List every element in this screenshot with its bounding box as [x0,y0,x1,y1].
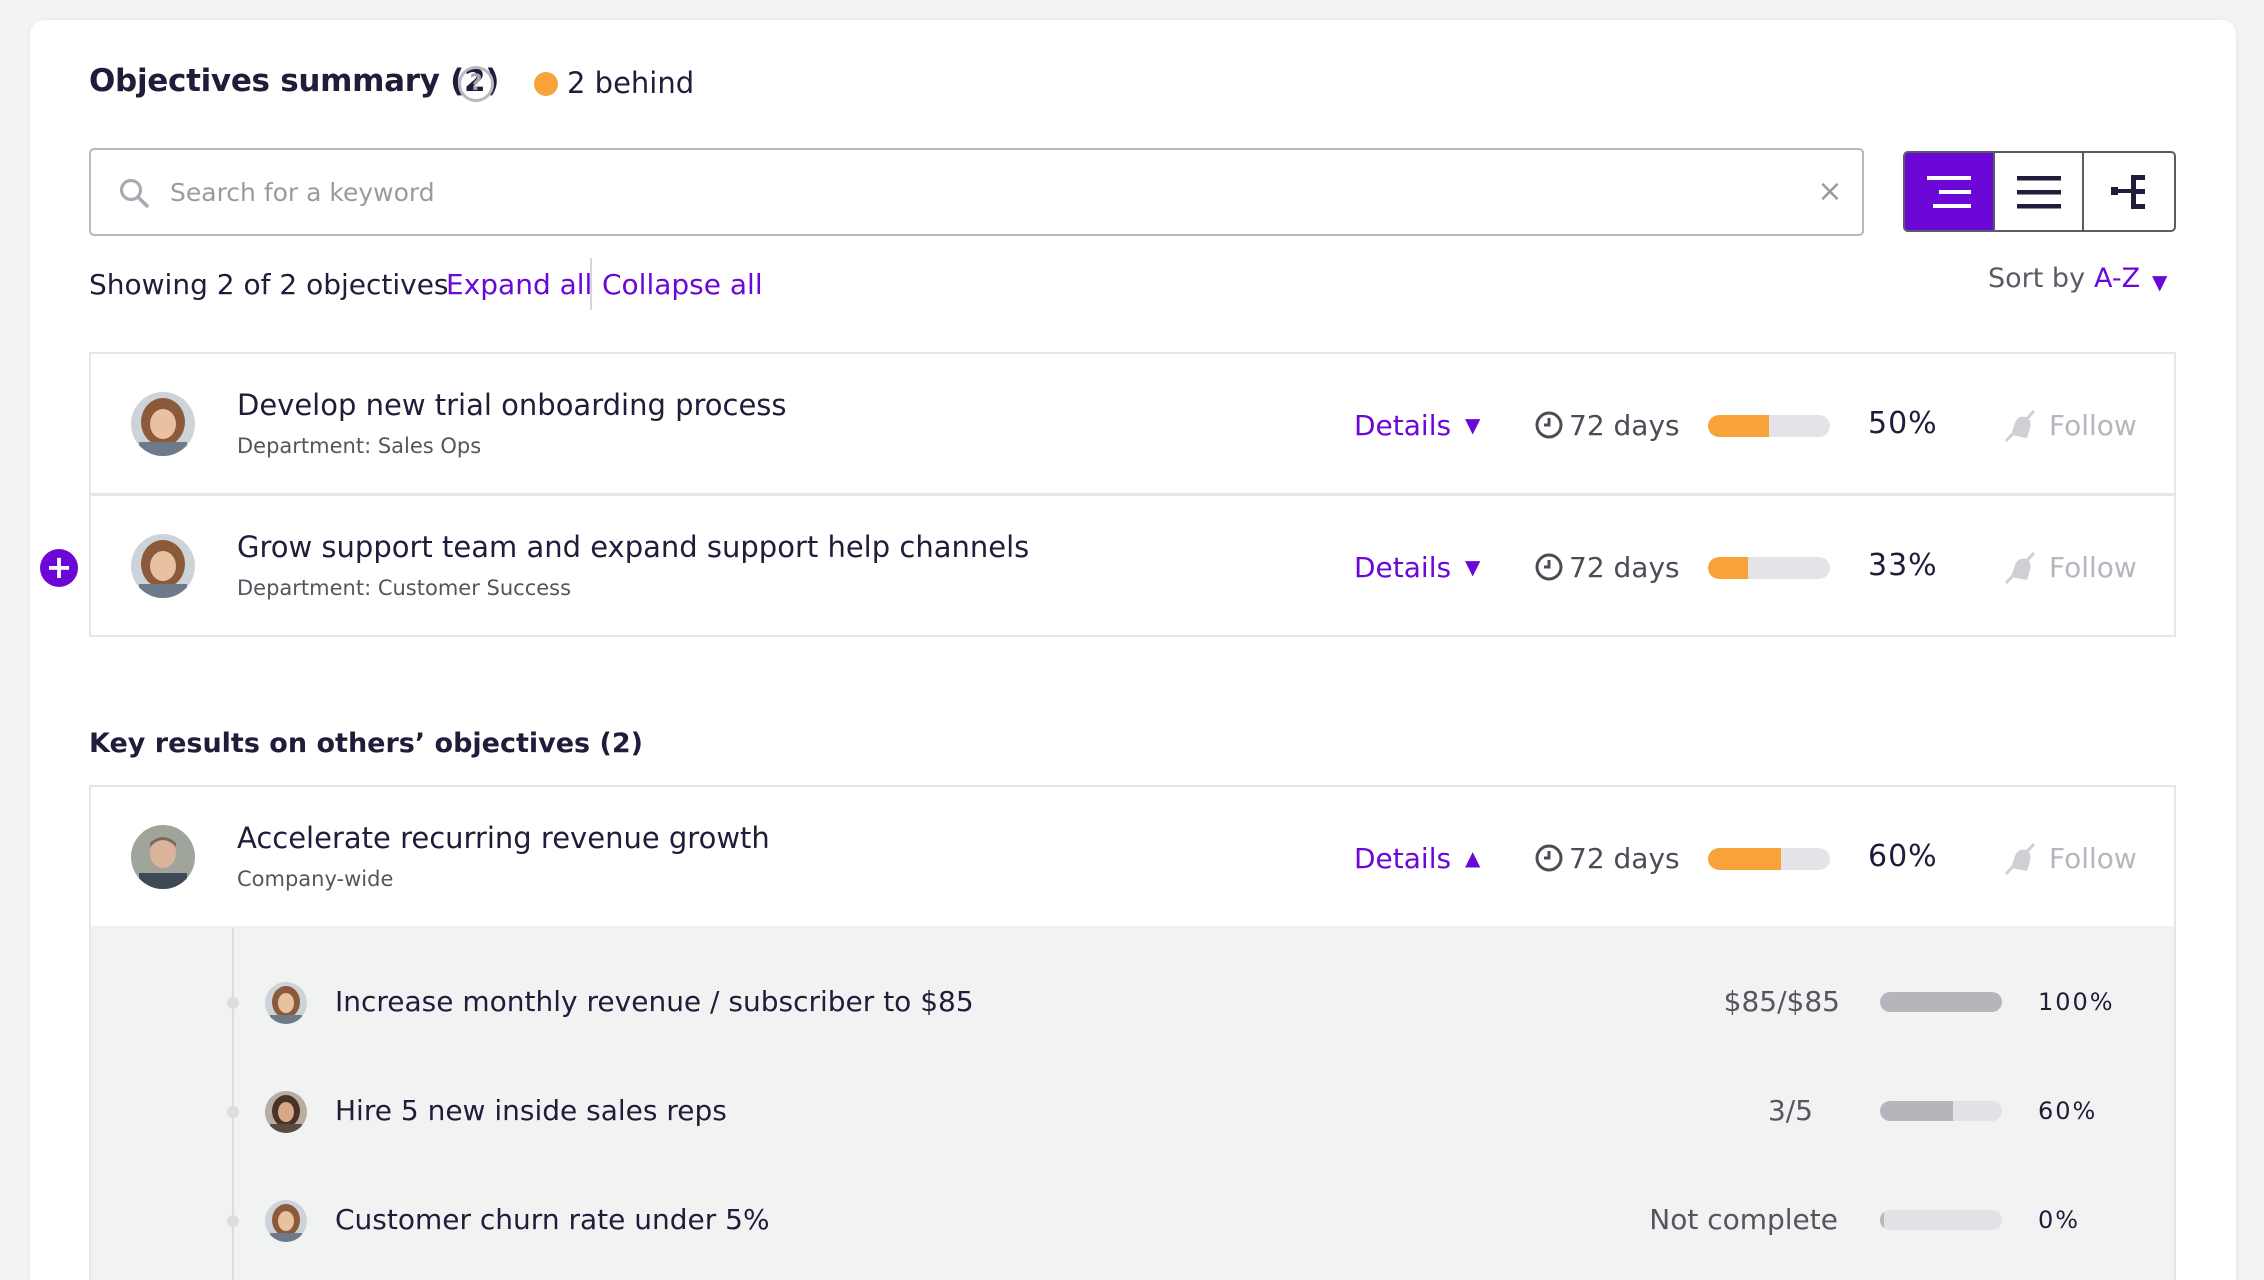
page-title: Objectives summary (2) [89,63,500,99]
tree-node-dot [227,1215,239,1227]
avatar [131,392,195,456]
divider [590,258,592,310]
progress-bar [1708,557,1830,579]
caret-down-icon[interactable]: ▼ [1465,413,1480,437]
tree-node-dot [227,997,239,1009]
man-avatar-icon [131,825,195,889]
key-result-progress-bar [1880,1210,2002,1230]
tree-hierarchy-icon [2111,174,2146,209]
key-result-progress-fill [1880,1101,1954,1121]
tree-line [232,928,234,1280]
key-result-percent: 60% [2038,1097,2098,1125]
details-button[interactable]: Details [1354,409,1451,442]
view-toggle [1903,151,2176,232]
list-view-button[interactable] [1995,153,2085,230]
tree-view-button[interactable] [2084,153,2174,230]
objective-title[interactable]: Develop new trial onboarding process [237,388,787,422]
key-result-progress-bar [1880,992,2002,1012]
progress-bar [1708,415,1830,437]
objective-title[interactable]: Accelerate recurring revenue growth [237,821,770,855]
objective-row[interactable]: Accelerate recurring revenue growth Comp… [89,785,2176,928]
expand-all-link[interactable]: Expand all [446,268,592,301]
objective-scope: Company-wide [237,867,394,891]
objective-department: Department: Customer Success [237,576,572,600]
collapse-all-link[interactable]: Collapse all [602,268,763,301]
objective-department: Department: Sales Ops [237,434,482,458]
follow-button[interactable]: Follow [2049,551,2137,584]
status-dot-icon [534,72,558,96]
bell-off-icon[interactable] [2001,549,2039,587]
avatar [265,1200,307,1242]
progress-bar-fill [1708,415,1769,437]
showing-count: Showing 2 of 2 objectives [89,268,449,301]
caret-down-icon[interactable]: ▼ [1465,555,1480,579]
key-result-title[interactable]: Hire 5 new inside sales reps [335,1094,727,1127]
days-remaining: 72 days [1569,409,1680,442]
objective-row[interactable]: Grow support team and expand support hel… [89,494,2176,637]
avatar [265,1091,307,1133]
sort-label: Sort by [1988,263,2086,294]
clock-icon [1535,553,1563,581]
clock-icon [1535,411,1563,439]
caret-up-icon[interactable]: ▲ [1465,846,1480,870]
indented-list-icon [1926,175,1971,208]
key-result-value: Not complete [1649,1203,1838,1236]
key-result-title[interactable]: Increase monthly revenue / subscriber to… [335,985,974,1018]
list-icon [2016,175,2061,208]
key-result-value: $85/$85 [1723,985,1840,1018]
bell-off-icon[interactable] [2001,840,2039,878]
clear-search-icon[interactable]: × [1815,174,1845,210]
woman-avatar-icon [265,1200,307,1242]
section-title: Key results on others’ objectives (2) [89,728,643,759]
progress-bar-fill [1708,848,1782,870]
days-remaining: 72 days [1569,551,1680,584]
woman-avatar-icon [265,1091,307,1133]
objective-row[interactable]: Develop new trial onboarding process Dep… [89,352,2176,495]
key-result-value: 3/5 [1767,1094,1813,1127]
avatar [131,825,195,889]
bell-off-icon[interactable] [2001,407,2039,445]
avatar [131,534,195,598]
progress-percent: 33% [1868,548,1938,583]
add-circle-icon[interactable]: + [40,549,78,587]
key-result-title[interactable]: Customer churn rate under 5% [335,1203,770,1236]
question-circle-icon[interactable]: ? [458,66,494,102]
key-result-percent: 100% [2038,988,2115,1016]
behind-status-text: 2 behind [567,66,695,100]
objective-title[interactable]: Grow support team and expand support hel… [237,530,1029,564]
details-button[interactable]: Details [1354,842,1451,875]
caret-down-icon[interactable]: ▼ [2152,270,2167,294]
days-remaining: 72 days [1569,842,1680,875]
indented-list-view-button[interactable] [1905,153,1995,230]
woman-avatar-icon [131,534,195,598]
progress-bar-fill [1708,557,1749,579]
key-result-percent: 0% [2038,1206,2081,1234]
woman-avatar-icon [131,392,195,456]
key-result-progress-bar [1880,1101,2002,1121]
woman-avatar-icon [265,982,307,1024]
details-button[interactable]: Details [1354,551,1451,584]
follow-button[interactable]: Follow [2049,842,2137,875]
progress-percent: 60% [1868,839,1938,874]
progress-bar [1708,848,1830,870]
sort-dropdown[interactable]: A-Z [2094,263,2140,294]
search-input[interactable] [170,166,1770,218]
clock-icon [1535,844,1563,872]
avatar [265,982,307,1024]
follow-button[interactable]: Follow [2049,409,2137,442]
search-icon [119,178,149,208]
tree-node-dot [227,1106,239,1118]
key-result-progress-fill [1880,992,2002,1012]
progress-percent: 50% [1868,406,1938,441]
